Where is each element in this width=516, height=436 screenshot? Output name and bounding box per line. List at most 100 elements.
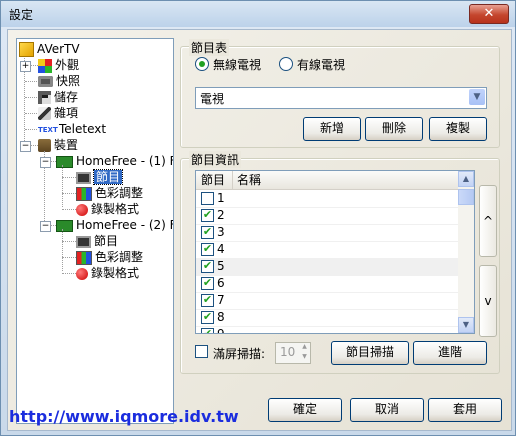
move-down-button[interactable]: v [479, 265, 497, 337]
tree-item-storage[interactable]: 儲存 [38, 89, 78, 105]
row-number: 6 [217, 276, 225, 290]
radio-cable-label: 有線電視 [297, 58, 346, 72]
row-number: 9 [217, 327, 225, 334]
tree-item-label: HomeFree - (1) F2 [76, 154, 174, 168]
tree-item-label: 錄製格式 [91, 202, 140, 216]
tree-item-label: Teletext [59, 122, 107, 136]
row-checkbox[interactable]: ✔ [201, 209, 214, 222]
table-row[interactable]: ✔ 8 [196, 309, 458, 327]
table-row[interactable]: 1 [196, 190, 458, 208]
table-row[interactable]: ✔ 9 [196, 326, 458, 334]
tree-item-misc[interactable]: 雜項 [38, 105, 78, 121]
collapse-homefree-1-icon[interactable]: − [40, 157, 51, 168]
tree-item-snapshot[interactable]: 快照 [38, 73, 80, 89]
tree-item-teletext[interactable]: TEXTTeletext [38, 121, 106, 137]
row-checkbox[interactable]: ✔ [201, 294, 214, 307]
scroll-thumb[interactable] [458, 189, 474, 205]
advanced-button[interactable]: 進階 [413, 341, 487, 365]
expand-appearance-icon[interactable]: + [20, 61, 31, 72]
row-number: 4 [217, 242, 225, 256]
tree-item-color-2[interactable]: 色彩調整 [76, 249, 143, 265]
table-row[interactable]: ✔ 5 [196, 258, 458, 276]
row-checkbox[interactable] [201, 192, 214, 205]
tree-item-label: 節目 [94, 234, 119, 248]
tree-item-record-1[interactable]: 錄製格式 [76, 201, 139, 217]
ok-button[interactable]: 確定 [268, 398, 342, 422]
spin-down-icon[interactable]: ▼ [299, 353, 310, 362]
chevron-down-icon[interactable]: ▼ [469, 89, 485, 105]
tree-item-label: 快照 [56, 74, 81, 88]
row-checkbox[interactable]: ✔ [201, 226, 214, 239]
fullscreen-scan-box[interactable] [195, 345, 208, 358]
tree-item-channels-1[interactable]: 節目 [76, 169, 124, 185]
delete-button[interactable]: 刪除 [365, 117, 423, 141]
color-adjust-icon [76, 186, 92, 201]
move-up-button[interactable]: ^ [479, 185, 497, 257]
title-bar[interactable]: 設定 ✕ [1, 1, 515, 27]
collapse-device-icon[interactable]: − [20, 141, 31, 152]
fullscreen-scan-checkbox[interactable] [195, 345, 209, 359]
row-number: 5 [217, 259, 225, 273]
row-checkbox[interactable]: ✔ [201, 277, 214, 290]
row-checkbox[interactable]: ✔ [201, 328, 214, 333]
column-program[interactable]: 節目 [196, 171, 233, 189]
apply-button[interactable]: 套用 [428, 398, 502, 422]
tree-item-label: 色彩調整 [95, 250, 144, 264]
program-info-group: 節目資訊 節目 名稱 1 ✔ 2 ✔ 3 ✔ 4 ✔ 5 ✔ 6 ✔ 7 ✔ 8 ✔ 9 ▲ ▼ ^ v 滿屏掃… [180, 151, 500, 374]
spin-up-icon[interactable]: ▲ [299, 343, 310, 352]
tree-item-channels-2[interactable]: 節目 [76, 233, 118, 249]
appearance-icon [38, 58, 52, 73]
tree-item-label: 儲存 [54, 90, 79, 104]
settings-tree[interactable]: AVerTV + 外觀 快照 儲存 雜項 TEXTTeletext − 裝置 −… [16, 38, 174, 424]
column-name[interactable]: 名稱 [232, 171, 456, 189]
radio-wireless-indicator[interactable] [195, 57, 209, 71]
tree-item-homefree-2[interactable]: HomeFree - (2) F2 [56, 217, 174, 233]
list-scrollbar[interactable]: ▲ ▼ [458, 171, 474, 333]
channel-icon [76, 235, 91, 248]
fullscreen-scan-label: 滿屏掃描: [213, 347, 266, 361]
scan-count-spinner[interactable]: 10 ▲ ▼ [275, 342, 311, 364]
scroll-down-icon[interactable]: ▼ [458, 317, 474, 333]
channel-icon [76, 171, 91, 184]
tree-root-label: AVerTV [37, 42, 80, 56]
copy-button[interactable]: 複製 [429, 117, 487, 141]
tree-item-color-1[interactable]: 色彩調整 [76, 185, 143, 201]
dialog-body: AVerTV + 外觀 快照 儲存 雜項 TEXTTeletext − 裝置 −… [7, 29, 512, 431]
teletext-icon: TEXT [38, 125, 58, 134]
table-row[interactable]: ✔ 7 [196, 292, 458, 310]
scan-button[interactable]: 節目掃描 [331, 341, 409, 365]
table-row[interactable]: ✔ 3 [196, 224, 458, 242]
tree-root-avertv[interactable]: AVerTV [19, 41, 80, 57]
close-button[interactable]: ✕ [469, 4, 509, 24]
row-checkbox[interactable]: ✔ [201, 260, 214, 273]
tree-item-label: 錄製格式 [91, 266, 140, 280]
table-row[interactable]: ✔ 4 [196, 241, 458, 259]
watermark-text: http://www.iqmore.idv.tw [9, 407, 239, 426]
program-list-combo[interactable]: 電視 ▼ [195, 87, 487, 109]
collapse-homefree-2-icon[interactable]: − [40, 221, 51, 232]
tree-item-appearance[interactable]: 外觀 [38, 57, 79, 73]
row-checkbox[interactable]: ✔ [201, 243, 214, 256]
program-table-label: 節目表 [189, 39, 230, 56]
tree-item-label: HomeFree - (2) F2 [76, 218, 174, 232]
tree-item-homefree-1[interactable]: HomeFree - (1) F2 [56, 153, 174, 169]
program-list[interactable]: 節目 名稱 1 ✔ 2 ✔ 3 ✔ 4 ✔ 5 ✔ 6 ✔ 7 ✔ 8 ✔ 9 ▲ ▼ [195, 170, 475, 334]
table-row[interactable]: ✔ 2 [196, 207, 458, 225]
radio-cable-indicator[interactable] [279, 57, 293, 71]
add-button[interactable]: 新增 [303, 117, 361, 141]
cancel-button[interactable]: 取消 [350, 398, 424, 422]
tuner-card-icon [56, 155, 73, 168]
window-title: 設定 [9, 8, 34, 22]
avertv-icon [19, 42, 34, 57]
tree-item-label: 外觀 [55, 58, 80, 72]
save-icon [38, 91, 51, 104]
table-row[interactable]: ✔ 6 [196, 275, 458, 293]
row-checkbox[interactable]: ✔ [201, 311, 214, 324]
radio-wireless-label: 無線電視 [213, 58, 262, 72]
row-number: 1 [217, 191, 225, 205]
row-number: 2 [217, 208, 225, 222]
program-table-group: 節目表 無線電視 有線電視 電視 ▼ 新增 刪除 複製 [180, 39, 500, 148]
scroll-up-icon[interactable]: ▲ [458, 171, 474, 187]
tree-item-record-2[interactable]: 錄製格式 [76, 265, 139, 281]
program-info-label: 節目資訊 [189, 151, 242, 168]
